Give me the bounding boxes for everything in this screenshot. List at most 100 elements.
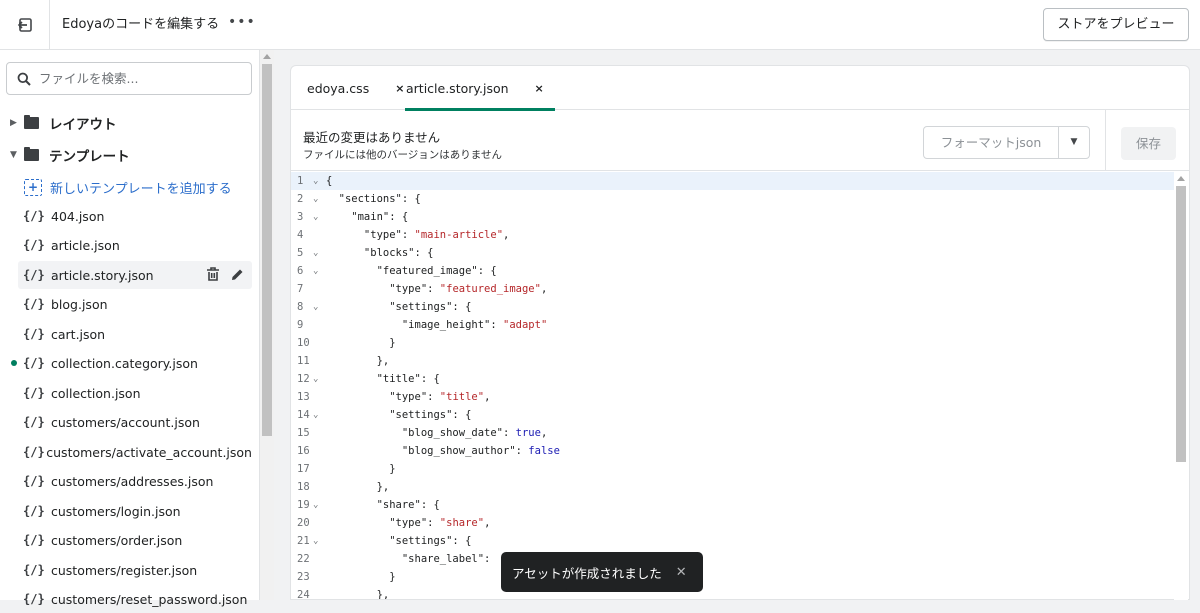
code-line[interactable]: 5 ⌄ "blocks": { [291,244,1176,262]
file-item[interactable]: {/} collection.json [18,379,252,407]
code-line[interactable]: 9 "image_height": "adapt" [291,316,1176,334]
file-item-active[interactable]: {/} article.story.json [18,261,252,289]
code-file-icon: {/} [23,474,45,488]
file-search[interactable] [6,62,252,95]
code-line[interactable]: 23 } [291,568,1176,586]
code-line[interactable]: 6 ⌄ "featured_image": { [291,262,1176,280]
fold-chevron-icon[interactable]: ⌄ [313,406,318,424]
file-sidebar: ▶ レイアウト ▼ テンプレート + 新しいテンプレートを追加する {/} 40… [0,50,260,607]
fold-chevron-icon[interactable]: ⌄ [313,532,318,550]
code-text: "type": "title", [326,391,491,403]
code-text: "type": "main-article", [326,229,510,241]
code-editor-panel: edoya.css × article.story.json × 最近の変更はあ… [290,65,1190,600]
code-line[interactable]: 8 ⌄ "settings": { [291,298,1176,316]
format-json-button[interactable]: フォーマットjson [923,126,1059,159]
tab-article-story-json[interactable]: article.story.json × [405,66,555,111]
file-name: collection.json [51,385,141,401]
scrollbar-thumb[interactable] [262,64,272,436]
file-item[interactable]: {/} customers/reset_password.json [18,585,252,613]
code-line[interactable]: 18 }, [291,478,1176,496]
code-line[interactable]: 15 "blog_show_date": true, [291,424,1176,442]
edit-pencil-icon[interactable] [230,267,244,282]
code-line[interactable]: 24 }, [291,586,1176,599]
code-line[interactable]: 4 "type": "main-article", [291,226,1176,244]
code-text: } [326,571,396,583]
code-line[interactable]: 21 ⌄ "settings": { [291,532,1176,550]
code-text: "type": "share", [326,517,491,529]
file-item[interactable]: {/} customers/account.json [18,408,252,436]
file-item[interactable]: {/} 404.json [18,202,252,230]
fold-chevron-icon[interactable]: ⌄ [313,298,318,316]
folder-label: テンプレート [49,149,130,165]
file-item[interactable]: {/} customers/addresses.json [18,467,252,495]
file-item[interactable]: {/} blog.json [18,290,252,318]
file-item[interactable]: {/} customers/register.json [18,556,252,584]
file-item[interactable]: {/} customers/activate_account.json [18,438,252,466]
code-line[interactable]: 20 "type": "share", [291,514,1176,532]
scrollbar-thumb[interactable] [1176,186,1186,462]
file-item[interactable]: {/} customers/login.json [18,497,252,525]
file-name: blog.json [51,296,108,312]
code-line[interactable]: 13 "type": "title", [291,388,1176,406]
tab-edoya-css[interactable]: edoya.css × [307,66,404,110]
code-text: "share": { [326,499,440,511]
file-item[interactable]: {/} customers/order.json [18,526,252,554]
file-name: customers/order.json [51,532,183,548]
code-text: "settings": { [326,301,472,313]
editor-scrollbar[interactable] [1174,172,1188,600]
sidebar-scrollbar[interactable] [260,50,274,600]
exit-button[interactable] [0,0,50,50]
fold-chevron-icon[interactable]: ⌄ [313,370,318,388]
code-line[interactable]: 3 ⌄ "main": { [291,208,1176,226]
line-number: 20 [297,517,310,529]
code-text: "blog_show_author": false [326,445,560,457]
file-item[interactable]: {/} article.json [18,231,252,259]
fold-chevron-icon[interactable]: ⌄ [313,208,318,226]
code-line[interactable]: 11 }, [291,352,1176,370]
preview-store-button[interactable]: ストアをプレビュー [1043,8,1189,41]
file-name: customers/account.json [51,414,200,430]
code-file-icon: {/} [23,533,45,547]
folder-templates[interactable]: ▼ テンプレート [10,143,130,167]
more-actions-button[interactable]: ••• [228,14,256,30]
line-number: 16 [297,445,310,457]
fold-chevron-icon[interactable]: ⌄ [313,190,318,208]
save-button[interactable]: 保存 [1121,127,1176,160]
code-file-icon: {/} [23,268,45,282]
code-line[interactable]: 22 "share_label": [291,550,1176,568]
code-text: "settings": { [326,409,472,421]
fold-chevron-icon[interactable]: ⌄ [313,172,318,190]
code-line[interactable]: 14 ⌄ "settings": { [291,406,1176,424]
editor-tabs: edoya.css × article.story.json × [291,66,1189,111]
code-file-icon: {/} [23,415,45,429]
code-line[interactable]: 17 } [291,460,1176,478]
line-number: 10 [297,337,310,349]
code-line[interactable]: 2 ⌄ "sections": { [291,190,1176,208]
add-template-link[interactable]: + 新しいテンプレートを追加する [24,177,232,197]
chevron-down-icon[interactable]: ▼ [1058,126,1090,159]
close-tab-icon[interactable]: × [395,82,404,95]
code-line[interactable]: 16 "blog_show_author": false [291,442,1176,460]
folder-layout[interactable]: ▶ レイアウト [10,111,117,135]
fold-chevron-icon[interactable]: ⌄ [313,262,318,280]
file-item[interactable]: {/} cart.json [18,320,252,348]
code-area[interactable]: 1 ⌄{2 ⌄ "sections": {3 ⌄ "main": {4 "type":… [291,172,1176,599]
code-line[interactable]: 1 ⌄{ [291,172,1176,190]
search-input[interactable] [39,71,239,86]
fold-chevron-icon[interactable]: ⌄ [313,244,318,262]
code-file-icon: {/} [23,445,45,459]
code-line[interactable]: 12 ⌄ "title": { [291,370,1176,388]
fold-chevron-icon[interactable]: ⌄ [313,496,318,514]
code-line[interactable]: 7 "type": "featured_image", [291,280,1176,298]
code-line[interactable]: 10 } [291,334,1176,352]
code-line[interactable]: 19 ⌄ "share": { [291,496,1176,514]
code-text: { [326,175,333,187]
trash-icon[interactable] [206,267,220,282]
close-tab-icon[interactable]: × [535,82,544,95]
close-icon[interactable]: ✕ [676,565,687,580]
line-number: 18 [297,481,310,493]
scroll-up-icon[interactable] [263,54,271,59]
scroll-up-icon[interactable] [1177,176,1185,181]
file-item[interactable]: {/} collection.category.json [18,349,252,377]
code-text: } [326,337,396,349]
